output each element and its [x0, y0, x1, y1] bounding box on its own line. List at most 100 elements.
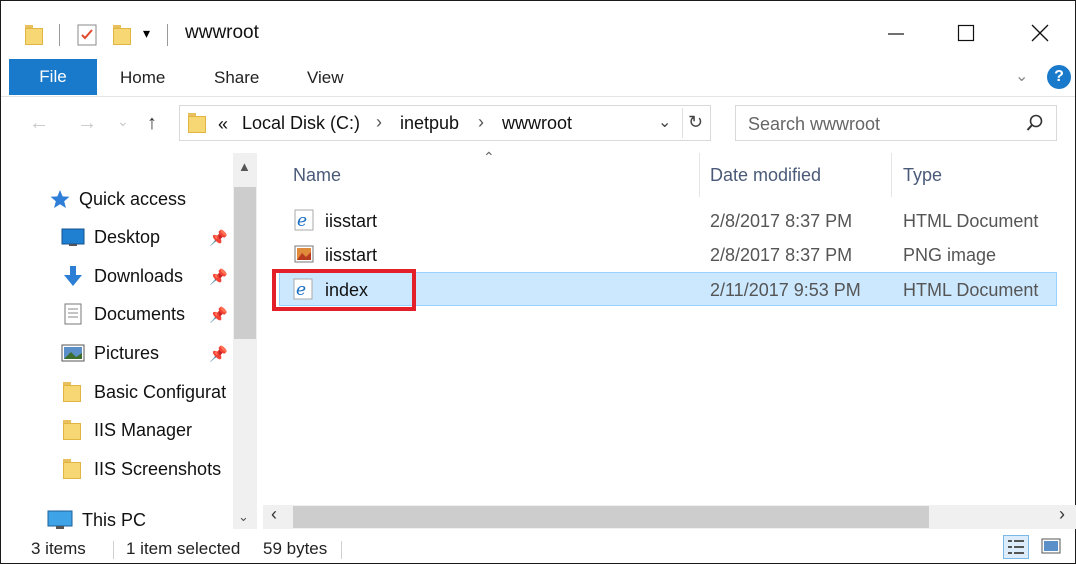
nav-item-basic-configuration[interactable]: Basic Configurat [61, 377, 226, 407]
tab-file[interactable]: File [9, 59, 97, 95]
status-size: 59 bytes [263, 539, 328, 558]
column-divider[interactable] [891, 153, 892, 197]
nav-scrollbar-thumb[interactable] [234, 187, 256, 339]
nav-item-documents[interactable]: Documents [61, 299, 185, 329]
ribbon-tabs: File Home Share View ⌄ ? [1, 58, 1075, 97]
scroll-right-icon[interactable]: › [1059, 504, 1065, 525]
nav-item-label: Downloads [94, 265, 184, 286]
downloads-icon [61, 265, 85, 287]
refresh-icon[interactable]: ↻ [688, 112, 703, 133]
breadcrumb-overflow[interactable]: « [218, 114, 228, 135]
file-name: iisstart [325, 245, 378, 265]
folder-icon [61, 381, 85, 403]
file-row[interactable]: e iisstart 2/8/2017 8:37 PM HTML Documen… [279, 205, 1057, 237]
file-type: HTML Document [903, 211, 1039, 231]
tab-view[interactable]: View [307, 68, 344, 88]
file-list-scrollbar-thumb[interactable] [293, 506, 929, 528]
nav-item-iis-screenshots[interactable]: IIS Screenshots [61, 454, 221, 484]
pin-icon[interactable]: 📌 [209, 306, 228, 324]
file-date: 2/8/2017 8:37 PM [710, 245, 853, 265]
chevron-right-icon[interactable]: › [376, 112, 382, 133]
file-name: iisstart [325, 211, 378, 231]
file-type: PNG image [903, 245, 997, 265]
file-row[interactable]: iisstart 2/8/2017 8:37 PM PNG image [279, 239, 1057, 271]
breadcrumb-local-disk[interactable]: Local Disk (C:) [242, 113, 360, 134]
column-header-name[interactable]: Name [293, 165, 341, 186]
recent-locations-icon[interactable]: ⌄ [117, 113, 129, 130]
search-icon[interactable] [1026, 114, 1044, 137]
pin-icon[interactable]: 📌 [209, 229, 228, 247]
column-header-type[interactable]: Type [903, 165, 942, 186]
annotation-highlight-box [272, 269, 416, 311]
new-folder-icon[interactable] [113, 25, 131, 45]
scroll-up-icon[interactable]: ▲ [238, 159, 251, 174]
nav-item-label: This PC [82, 509, 147, 530]
separator [59, 24, 60, 46]
nav-item-label: Pictures [94, 342, 160, 363]
address-bar[interactable]: « Local Disk (C:) › inetpub › wwwroot ⌄ … [179, 105, 711, 141]
nav-item-downloads[interactable]: Downloads [61, 261, 183, 291]
separator [113, 541, 114, 559]
window-title: wwwroot [185, 22, 259, 43]
pin-icon[interactable]: 📌 [209, 345, 228, 363]
nav-item-pictures[interactable]: Pictures [61, 338, 159, 368]
address-dropdown-icon[interactable]: ⌄ [658, 112, 671, 132]
nav-this-pc[interactable]: This PC [47, 505, 146, 535]
nav-item-label: IIS Screenshots [94, 458, 222, 479]
file-date: 2/11/2017 9:53 PM [710, 280, 861, 300]
back-arrow-icon[interactable]: ← [29, 112, 49, 135]
nav-item-iis-manager[interactable]: IIS Manager [61, 415, 192, 445]
ie-html-icon: e [293, 209, 315, 231]
pictures-icon [61, 342, 85, 364]
nav-item-desktop[interactable]: Desktop [61, 222, 160, 252]
file-date: 2/8/2017 8:37 PM [710, 211, 853, 231]
details-view-button[interactable] [1003, 535, 1029, 559]
documents-icon [61, 303, 85, 325]
pin-icon[interactable]: 📌 [209, 268, 228, 286]
explorer-window: ▾ wwwroot File Home Share View ⌄ ? ← → ⌄… [0, 0, 1076, 564]
tab-home[interactable]: Home [120, 68, 165, 88]
computer-icon [47, 509, 73, 531]
nav-item-label: Basic Configurat [94, 381, 227, 402]
nav-item-label: Desktop [94, 226, 161, 247]
folder-icon [188, 113, 206, 133]
folder-icon [25, 25, 43, 45]
breadcrumb-wwwroot[interactable]: wwwroot [502, 113, 572, 134]
maximize-button[interactable] [943, 11, 989, 55]
nav-item-label: Quick access [79, 188, 187, 209]
separator [682, 108, 683, 138]
sort-ascending-icon: ⌃ [483, 149, 495, 165]
separator [167, 24, 168, 46]
scroll-down-icon[interactable]: ⌄ [238, 509, 249, 525]
forward-arrow-icon[interactable]: → [77, 112, 97, 135]
status-item-count: 3 items [31, 539, 86, 558]
svg-text:e: e [297, 211, 307, 231]
nav-quick-access[interactable]: Quick access [49, 184, 186, 214]
desktop-icon [61, 226, 85, 248]
column-divider[interactable] [699, 153, 700, 197]
properties-icon[interactable] [77, 24, 97, 46]
search-input[interactable]: Search wwwroot [748, 114, 880, 135]
separator [341, 541, 342, 559]
breadcrumb-inetpub[interactable]: inetpub [400, 113, 459, 134]
star-icon [49, 188, 71, 210]
customize-toolbar-icon[interactable]: ▾ [143, 25, 150, 42]
title-bar: ▾ wwwroot [1, 1, 1075, 58]
nav-item-label: IIS Manager [94, 419, 193, 440]
png-image-icon [293, 243, 315, 265]
status-selected: 1 item selected [126, 539, 241, 558]
tab-share[interactable]: Share [214, 68, 259, 88]
expand-ribbon-icon[interactable]: ⌄ [1015, 66, 1028, 86]
scroll-left-icon[interactable]: ‹ [271, 504, 277, 525]
close-button[interactable] [1017, 11, 1063, 55]
help-icon[interactable]: ? [1047, 65, 1071, 89]
minimize-button[interactable] [873, 11, 919, 55]
large-icons-view-button[interactable] [1039, 535, 1065, 559]
chevron-right-icon[interactable]: › [478, 112, 484, 133]
search-box[interactable]: Search wwwroot [735, 105, 1057, 141]
folder-icon [61, 419, 85, 441]
column-header-date-modified[interactable]: Date modified [710, 165, 821, 186]
file-type: HTML Document [903, 280, 1039, 300]
nav-item-label: Documents [94, 303, 186, 324]
up-arrow-icon[interactable]: ↑ [147, 112, 157, 135]
